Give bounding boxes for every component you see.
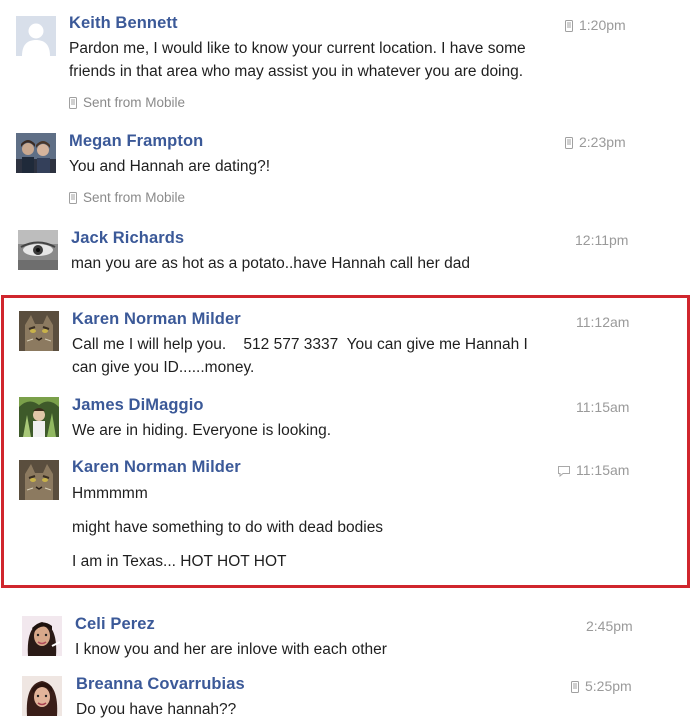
sent-from-mobile: Sent from Mobile (69, 190, 185, 205)
profile-photo (19, 311, 59, 351)
timestamp-text: 5:25pm (585, 678, 632, 694)
sender-name[interactable]: James DiMaggio (72, 396, 204, 415)
sent-from-mobile-label: Sent from Mobile (83, 190, 186, 205)
sender-name[interactable]: Breanna Covarrubias (76, 675, 245, 694)
profile-photo (22, 676, 62, 716)
timestamp: 5:25pm (571, 678, 632, 694)
avatar[interactable] (19, 397, 59, 437)
profile-photo (22, 616, 62, 656)
message-text: might have something to do with dead bod… (72, 519, 384, 536)
mobile-icon (69, 192, 77, 204)
avatar[interactable] (19, 460, 59, 500)
sender-name[interactable]: Celi Perez (75, 615, 155, 634)
message-text: Pardon me, I would like to know your cur… (69, 40, 526, 57)
timestamp-text: 1:20pm (579, 17, 626, 33)
avatar[interactable] (19, 311, 59, 351)
avatar[interactable] (22, 676, 62, 716)
sender-name[interactable]: Karen Norman Milder (72, 458, 241, 477)
mobile-icon (565, 20, 573, 32)
sent-from-mobile-label: Sent from Mobile (83, 95, 186, 110)
profile-photo (19, 397, 59, 437)
timestamp: 2:23pm (565, 134, 626, 150)
timestamp: 11:15am (576, 399, 630, 415)
profile-photo (19, 460, 59, 500)
mobile-icon (565, 137, 573, 149)
sender-name[interactable]: Jack Richards (71, 229, 184, 248)
message-text: We are in hiding. Everyone is looking. (72, 422, 332, 439)
avatar[interactable] (18, 230, 58, 270)
message-text: I am in Texas... HOT HOT HOT (72, 553, 287, 570)
sender-name[interactable]: Karen Norman Milder (72, 310, 241, 329)
message-text: Call me I will help you. 512 577 3337 Yo… (72, 336, 528, 353)
timestamp: 12:11pm (575, 232, 629, 248)
message-text: can give you ID......money. (72, 359, 255, 376)
timestamp: 11:15am (558, 462, 629, 478)
sender-name[interactable]: Keith Bennett (69, 14, 178, 33)
timestamp-text: 2:23pm (579, 134, 626, 150)
message-text: friends in that area who may assist you … (69, 63, 524, 80)
sender-name[interactable]: Megan Frampton (69, 132, 203, 151)
mobile-icon (69, 97, 77, 109)
timestamp: 2:45pm (586, 618, 633, 634)
message-text: You and Hannah are dating?! (69, 158, 271, 175)
avatar[interactable] (16, 133, 56, 173)
avatar[interactable] (22, 616, 62, 656)
message-text: Do you have hannah?? (76, 701, 237, 718)
timestamp-text: 11:15am (576, 462, 630, 478)
avatar[interactable] (16, 16, 56, 56)
timestamp: 11:12am (576, 314, 630, 330)
profile-photo (16, 133, 56, 173)
message-text: Hmmmmm (72, 485, 148, 502)
sent-from-mobile: Sent from Mobile (69, 95, 185, 110)
default-avatar-icon (16, 16, 56, 56)
profile-photo (18, 230, 58, 270)
chat-icon (558, 466, 570, 477)
timestamp: 1:20pm (565, 17, 626, 33)
message-text: I know you and her are inlove with each … (75, 641, 387, 658)
message-text: man you are as hot as a potato..have Han… (71, 255, 470, 272)
mobile-icon (571, 681, 579, 693)
